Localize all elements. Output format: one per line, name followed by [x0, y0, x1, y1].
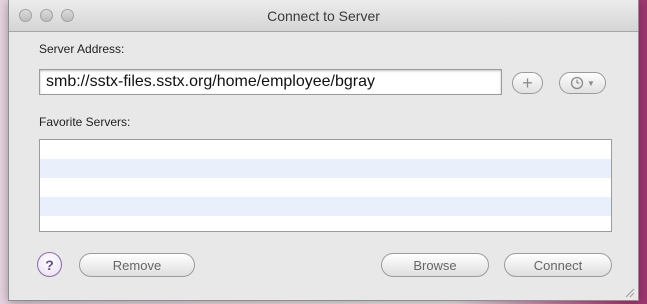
title-bar: Connect to Server: [9, 0, 638, 32]
list-row[interactable]: [40, 178, 611, 197]
server-address-input[interactable]: smb://sstx-files.sstx.org/home/employee/…: [39, 69, 502, 95]
add-favorite-button[interactable]: +: [512, 72, 543, 94]
list-row[interactable]: [40, 216, 611, 231]
clock-icon: [570, 76, 584, 90]
resize-grip-icon[interactable]: [623, 285, 635, 298]
chevron-down-icon: ▼: [587, 78, 595, 88]
list-row[interactable]: [40, 159, 611, 178]
connect-to-server-window: Connect to Server Server Address: smb://…: [8, 0, 639, 301]
favorite-servers-label: Favorite Servers:: [39, 115, 131, 129]
list-row[interactable]: [40, 197, 611, 216]
window-title: Connect to Server: [267, 8, 380, 24]
help-icon: ?: [45, 256, 54, 273]
server-address-label: Server Address:: [39, 42, 125, 56]
connect-button[interactable]: Connect: [504, 253, 612, 277]
remove-button[interactable]: Remove: [79, 253, 195, 277]
favorite-servers-list[interactable]: [39, 139, 612, 232]
list-row[interactable]: [40, 140, 611, 159]
plus-icon: +: [522, 73, 533, 93]
browse-button[interactable]: Browse: [381, 253, 489, 277]
browse-button-label: Browse: [413, 257, 457, 273]
connect-button-label: Connect: [533, 257, 583, 273]
help-button[interactable]: ?: [37, 252, 62, 277]
remove-button-label: Remove: [112, 257, 162, 273]
recent-servers-button[interactable]: ▼: [559, 72, 606, 94]
